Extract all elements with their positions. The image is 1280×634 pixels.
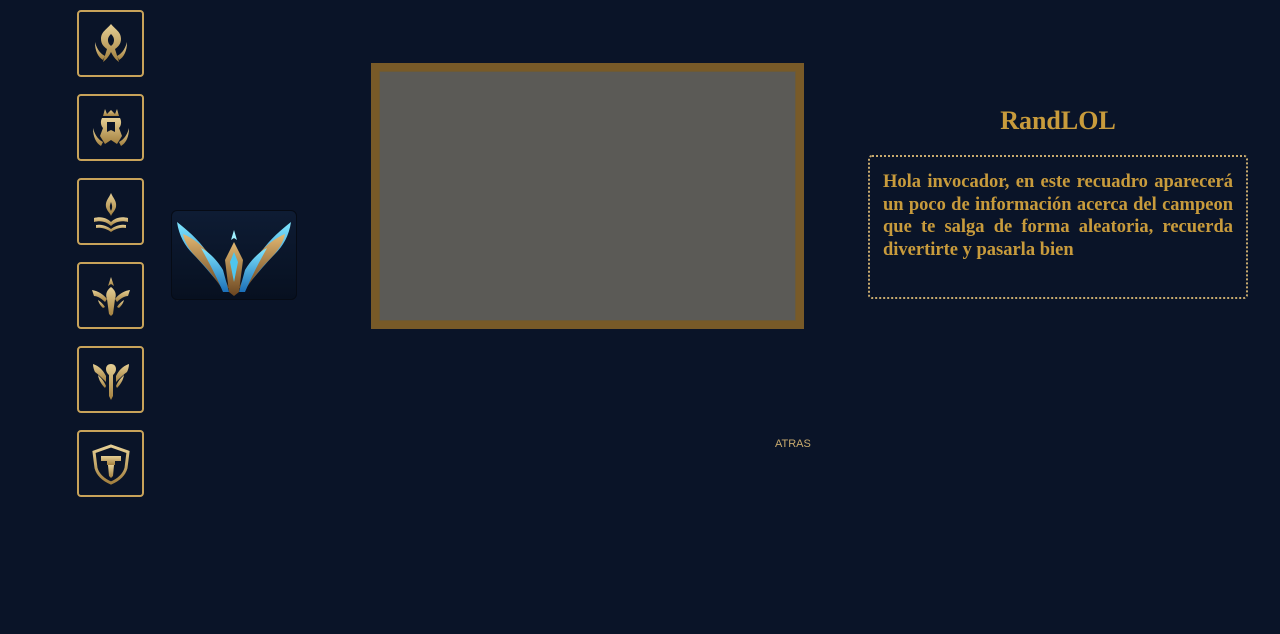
- role-marksman-button[interactable]: [77, 262, 144, 329]
- champion-image-frame: [371, 63, 804, 329]
- back-link[interactable]: ATRAS: [775, 438, 811, 450]
- role-tank-button[interactable]: [77, 430, 144, 497]
- app-root: ATRAS RandLOL Hola invocador, en este re…: [0, 0, 1280, 634]
- role-filter-list: [77, 10, 148, 514]
- role-mage-button[interactable]: [77, 178, 144, 245]
- master-rank-emblem-icon: [177, 222, 291, 296]
- role-assassin-button[interactable]: [77, 10, 144, 77]
- marksman-icon: [91, 276, 130, 316]
- tank-icon: [91, 443, 130, 485]
- champion-info-box: Hola invocador, en este recuadro aparece…: [868, 155, 1248, 299]
- champion-image-placeholder: [379, 71, 796, 321]
- role-fighter-button[interactable]: [77, 94, 144, 161]
- support-icon: [92, 363, 129, 400]
- rank-emblem: [171, 210, 297, 300]
- mage-icon: [93, 192, 128, 232]
- assassin-icon: [94, 23, 127, 62]
- role-support-button[interactable]: [77, 346, 144, 413]
- app-title: RandLOL: [1000, 106, 1116, 135]
- fighter-icon: [92, 108, 129, 146]
